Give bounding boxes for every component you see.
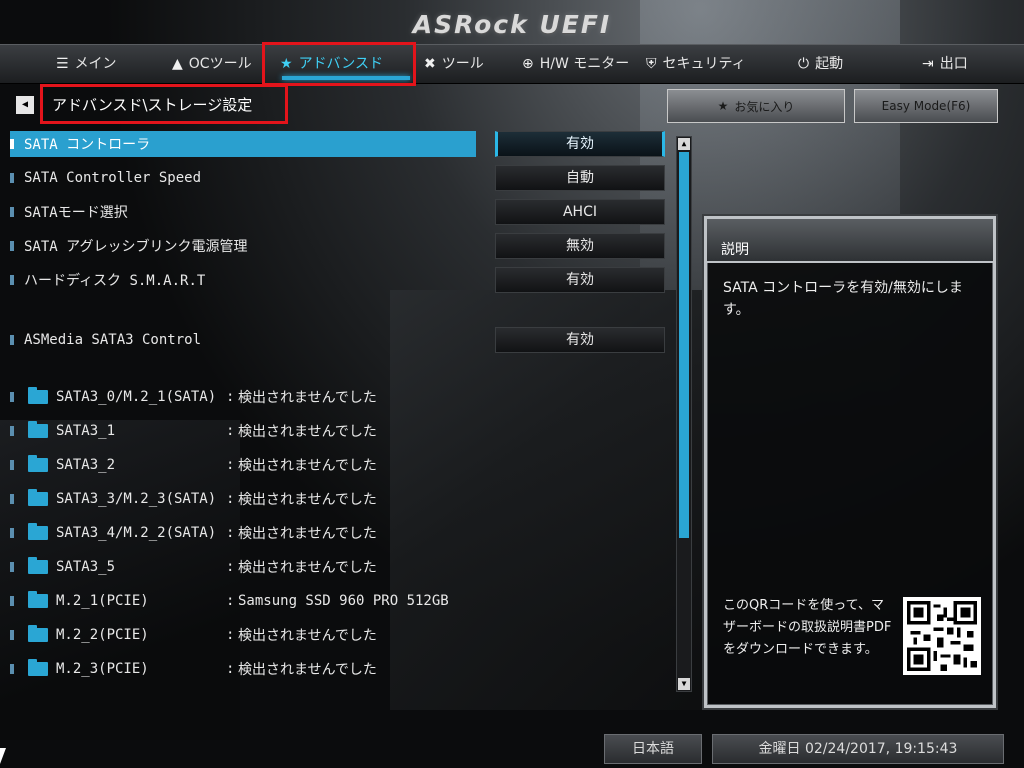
setting-row-sata-controller[interactable]: SATA コントローラ [10,131,476,157]
setting-row-sata-mode[interactable]: SATAモード選択 [10,199,480,225]
description-text: SATA コントローラを有効/無効にします。 [723,280,963,318]
scroll-up-icon[interactable]: ▲ [678,138,690,150]
background-machinery [390,290,710,710]
bullet-icon [10,275,14,285]
folder-icon [28,591,48,608]
tools-icon: ✖ [424,56,436,72]
scrollbar-thumb[interactable] [679,152,689,538]
bullet-icon [10,207,14,217]
folder-icon [28,659,48,676]
bullet-icon [10,139,14,149]
bullet-icon [10,494,14,504]
easy-mode-button[interactable]: Easy Mode(F6) [854,89,998,123]
tab-exit[interactable]: ⇥ 出口 [922,45,968,83]
setting-value-sata-mode[interactable]: AHCI [495,199,665,225]
bullet-icon [10,528,14,538]
tab-oc-tools[interactable]: ▲ OCツール [172,45,252,83]
description-title: 説明 [721,242,749,258]
rocket-icon: ▲ [172,56,183,72]
power-icon: ⏻ [798,56,810,72]
folder-icon [28,625,48,642]
shield-icon: ⛨ [646,56,657,72]
scroll-down-icon[interactable]: ▼ [678,678,690,690]
disk-row[interactable]: SATA3_5 : 検出されませんでした [10,554,377,580]
folder-icon [28,523,48,540]
crosshair-icon: ⊕ [522,56,534,72]
folder-icon [28,557,48,574]
back-arrow-icon[interactable]: ◀ [16,96,34,114]
folder-icon [28,455,48,472]
description-panel-header [707,219,993,263]
tab-main[interactable]: ☰ メイン [56,45,117,83]
setting-value-smart[interactable]: 有効 [495,267,665,293]
highlight-box-breadcrumb [40,84,288,124]
bullet-icon [10,426,14,436]
folder-icon [28,387,48,404]
setting-value-sata-speed[interactable]: 自動 [495,165,665,191]
qr-code [903,597,981,675]
tab-hw-monitor[interactable]: ⊕ H/W モニター [522,45,629,83]
favorite-button[interactable]: ★ お気に入り [667,89,845,123]
tab-boot[interactable]: ⏻ 起動 [798,45,843,83]
bullet-icon [10,241,14,251]
star-icon: ★ [717,99,729,113]
bullet-icon [10,630,14,640]
setting-row-asmedia[interactable]: ASMedia SATA3 Control [10,327,480,353]
bullet-icon [10,562,14,572]
asrock-uefi-logo: ASRock UEFI [412,10,612,39]
bullet-icon [10,392,14,402]
tab-tools[interactable]: ✖ ツール [424,45,484,83]
exit-door-icon: ⇥ [922,56,934,72]
disk-row[interactable]: M.2_3(PCIE) : 検出されませんでした [10,656,377,682]
bullet-icon [10,596,14,606]
bullet-icon [10,173,14,183]
disk-row[interactable]: SATA3_1 : 検出されませんでした [10,418,377,444]
bullet-icon [10,664,14,674]
qr-description: このQRコードを使って、マザーボードの取扱説明書PDFをダウンロードできます。 [723,598,892,657]
datetime-display: 金曜日 02/24/2017, 19:15:43 [712,734,1004,764]
disk-row[interactable]: SATA3_0/M.2_1(SATA) : 検出されませんでした [10,384,377,410]
disk-row[interactable]: SATA3_3/M.2_3(SATA) : 検出されませんでした [10,486,377,512]
disk-row[interactable]: SATA3_4/M.2_2(SATA) : 検出されませんでした [10,520,377,546]
disk-row[interactable]: SATA3_2 : 検出されませんでした [10,452,377,478]
disk-row[interactable]: M.2_2(PCIE) : 検出されませんでした [10,622,377,648]
setting-value-sata-controller[interactable]: 有効 [495,131,665,157]
setting-row-alpm[interactable]: SATA アグレッシブリンク電源管理 [10,233,480,259]
setting-value-alpm[interactable]: 無効 [495,233,665,259]
tab-security[interactable]: ⛨ セキュリティ [646,45,746,83]
description-panel: 説明 SATA コントローラを有効/無効にします。 このQRコードを使って、マザ… [704,216,996,708]
folder-icon [28,489,48,506]
bullet-icon [10,460,14,470]
uefi-screen: ASRock UEFI ☰ メイン ▲ OCツール ★ アドバンスド ✖ ツール… [0,0,1024,768]
setting-row-smart[interactable]: ハードディスク S.M.A.R.T [10,267,480,293]
folder-icon [28,421,48,438]
highlight-box-tab [262,42,416,86]
setting-value-asmedia[interactable]: 有効 [495,327,665,353]
mouse-cursor-icon [0,748,6,764]
language-button[interactable]: 日本語 [604,734,702,764]
disk-row[interactable]: M.2_1(PCIE) : Samsung SSD 960 PRO 512GB [10,588,449,614]
list-icon: ☰ [56,56,69,72]
setting-row-sata-speed[interactable]: SATA Controller Speed [10,165,480,191]
tab-bar: ☰ メイン ▲ OCツール ★ アドバンスド ✖ ツール ⊕ H/W モニター … [0,44,1024,84]
bullet-icon [10,335,14,345]
